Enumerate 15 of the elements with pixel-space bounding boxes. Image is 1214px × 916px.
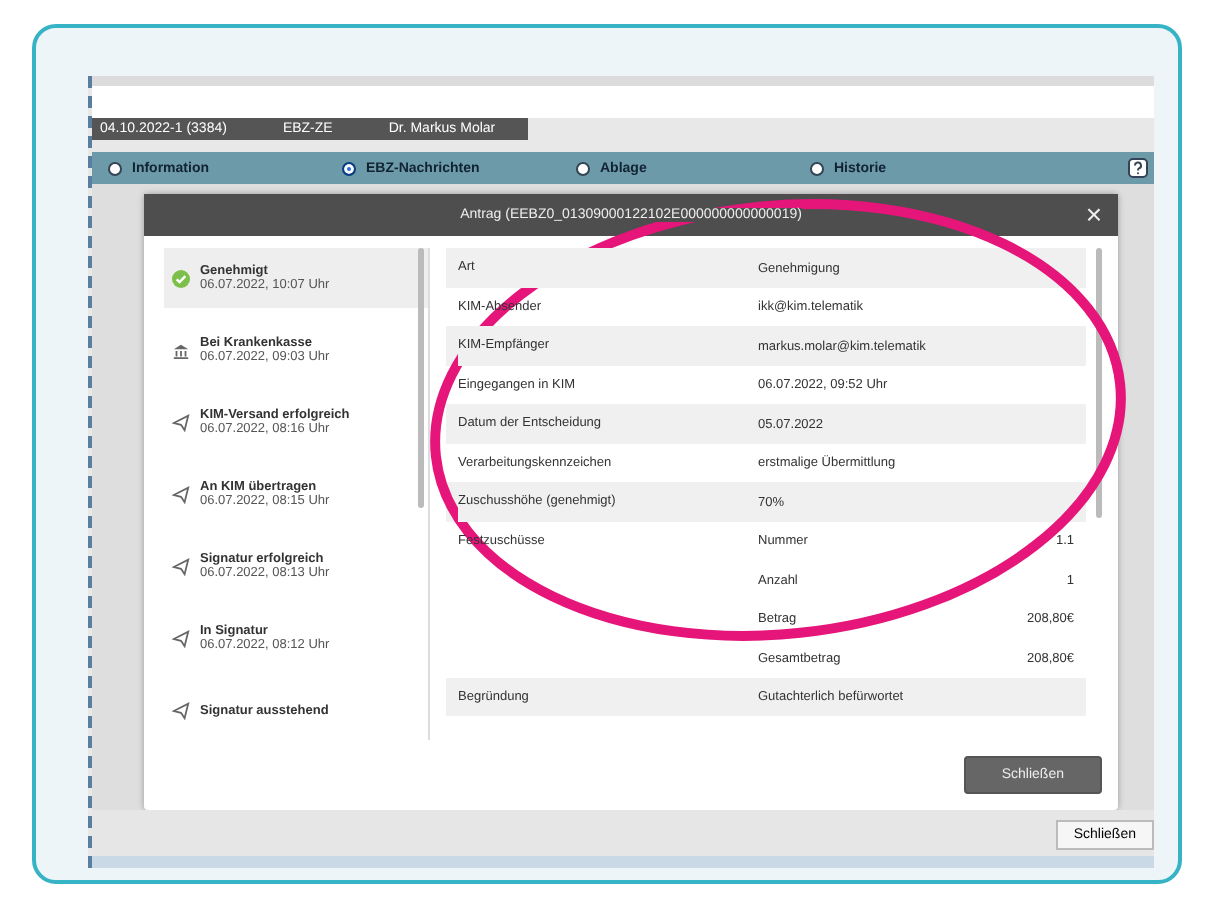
help-icon[interactable] bbox=[1128, 158, 1148, 179]
send-icon bbox=[172, 701, 190, 720]
radio-button[interactable] bbox=[810, 161, 824, 176]
radio-button[interactable] bbox=[576, 161, 590, 176]
send-icon bbox=[172, 629, 190, 648]
scrollbar[interactable] bbox=[1096, 248, 1102, 519]
send-icon bbox=[172, 485, 190, 504]
check-circle-icon bbox=[172, 269, 190, 288]
radio-button[interactable] bbox=[342, 161, 356, 176]
scrollbar[interactable] bbox=[418, 248, 424, 509]
close-button[interactable]: × bbox=[1085, 198, 1102, 231]
send-icon bbox=[172, 413, 190, 432]
send-icon bbox=[172, 557, 190, 576]
bank-icon bbox=[172, 341, 190, 360]
radio-button[interactable] bbox=[108, 161, 122, 176]
